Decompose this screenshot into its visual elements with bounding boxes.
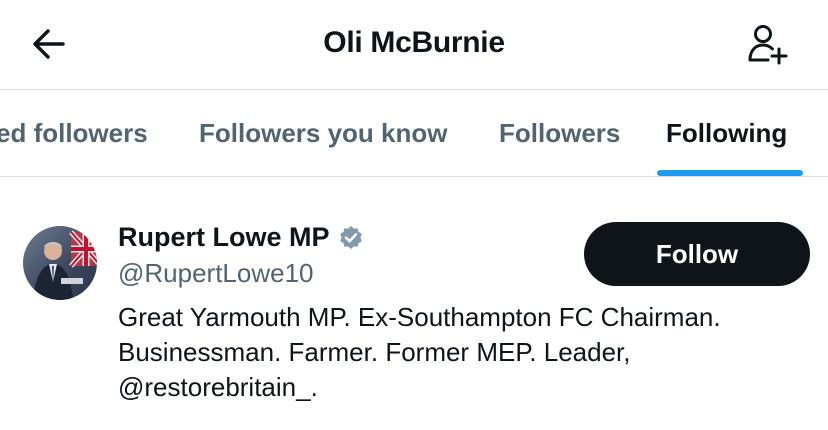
person-plus-icon — [744, 22, 790, 73]
list-item[interactable]: Rupert Lowe MP @RupertLowe10 Follow Grea… — [0, 178, 828, 430]
user-name-line: Rupert Lowe MP — [118, 222, 364, 253]
follow-user-button[interactable] — [742, 22, 792, 72]
follower-tabs: ed followers Followers you know Follower… — [0, 90, 828, 177]
user-bio: Great Yarmouth MP. Ex-Southampton FC Cha… — [118, 300, 808, 405]
verified-badge-icon — [338, 225, 364, 251]
tab-followers-you-know[interactable]: Followers you know — [199, 90, 447, 176]
tab-following[interactable]: Following — [666, 90, 787, 176]
top-app-bar: Oli McBurnie — [0, 0, 828, 90]
page-title: Oli McBurnie — [323, 26, 505, 59]
user-handle: @RupertLowe10 — [118, 258, 314, 288]
tab-followers[interactable]: Followers — [499, 90, 620, 176]
user-display-name[interactable]: Rupert Lowe MP — [118, 222, 330, 253]
bio-line: Great Yarmouth MP. Ex-Southampton FC Cha… — [118, 302, 721, 332]
avatar[interactable] — [23, 226, 97, 300]
follow-button[interactable]: Follow — [584, 222, 810, 286]
tab-verified-followers[interactable]: ed followers — [0, 90, 148, 176]
active-tab-indicator — [657, 170, 803, 176]
bio-line[interactable]: @restorebritain_. — [118, 370, 808, 405]
bio-line: Businessman. Farmer. Former MEP. Leader, — [118, 337, 631, 367]
